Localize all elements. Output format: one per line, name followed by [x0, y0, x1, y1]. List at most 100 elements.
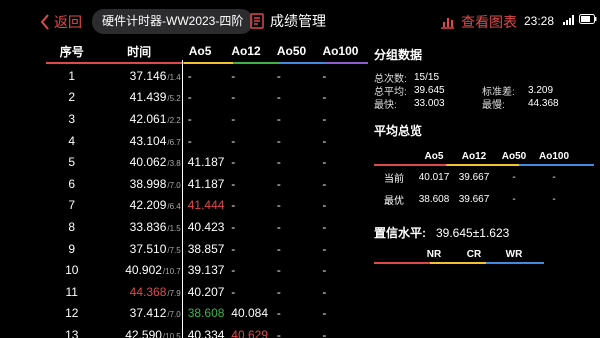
row-ao5: 41.187 — [187, 176, 225, 191]
confidence-row: 置信水平: 39.645±1.623 — [374, 224, 594, 241]
table-row[interactable]: 4 43.104/6.7- - - - — [46, 130, 368, 152]
table-row[interactable]: 11 44.368/7.9 40.207- - - — [46, 281, 368, 303]
mean-value: 39.645 — [414, 85, 445, 96]
col-index: 序号 — [59, 44, 84, 59]
table-row[interactable]: 5 40.062/3.8 41.187- - - — [46, 151, 368, 173]
best-ao5: 38.608 — [418, 193, 450, 205]
row-ao50: - — [276, 284, 281, 299]
time-value: 41.439 — [129, 90, 167, 105]
time-sub: /6.4 — [167, 202, 181, 212]
signal-icon — [563, 15, 574, 25]
row-ao100: - — [322, 284, 327, 299]
best-ao12: 39.667 — [458, 193, 490, 205]
table-row[interactable]: 9 37.510/7.5 38.857- - - — [46, 238, 368, 260]
table-row[interactable]: 13 42.590/10.5 40.334 40.629- - — [46, 324, 368, 338]
row-index: 12 — [65, 306, 79, 321]
group-title: 分组数据 — [374, 48, 423, 62]
stats-panel: 分组数据 总次数: 15/15 总平均: 39.645 标准差: 3.209 最快: 33… — [374, 46, 594, 264]
sd-value: 3.209 — [528, 85, 554, 96]
row-ao12: - — [231, 111, 236, 126]
row-ao100: - — [322, 327, 327, 338]
row-ao5: 41.444 — [187, 198, 225, 213]
current-ao50: - — [512, 171, 516, 183]
best-label: 最快: — [374, 100, 397, 111]
row-ao100: - — [322, 176, 327, 191]
row-ao5: - — [187, 90, 192, 105]
row-time: 37.412/7.0 — [98, 306, 183, 320]
best-row-label: 最优 — [384, 195, 404, 207]
row-ao5: 39.137 — [187, 263, 225, 278]
row-ao100: - — [322, 219, 327, 234]
row-time: 42.061/2.2 — [98, 112, 183, 126]
average-best-row: 最优 38.608 39.667 - - — [374, 188, 594, 210]
confidence-header: NR CR WR — [414, 249, 594, 260]
row-ao100: - — [322, 133, 327, 148]
time-sub: /7.9 — [167, 288, 181, 298]
table-row[interactable]: 3 42.061/2.2- - - - — [46, 108, 368, 130]
time-sub: /2.2 — [167, 115, 181, 125]
row-ao100: - — [322, 263, 327, 278]
time-value: 42.590 — [125, 327, 162, 338]
row-ao12: - — [231, 176, 236, 191]
row-ao50: - — [276, 155, 281, 170]
row-ao50: - — [276, 263, 281, 278]
row-time: 43.104/6.7 — [98, 134, 183, 148]
row-time: 38.998/7.0 — [98, 177, 183, 191]
table-row[interactable]: 2 41.439/5.2- - - - — [46, 87, 368, 109]
view-chart-button[interactable]: 查看图表 — [440, 12, 517, 32]
col-ao5: Ao5 — [188, 44, 212, 58]
row-ao50: - — [276, 306, 281, 321]
row-time: 42.590/10.5 — [98, 328, 183, 338]
table-row[interactable]: 1 37.146/1.4- - - - — [46, 65, 368, 87]
average-current-row: 当前 40.017 39.667 - - — [374, 166, 594, 188]
row-ao5: 40.334 — [187, 327, 225, 338]
row-ao100: - — [322, 241, 327, 256]
row-index: 5 — [68, 155, 76, 170]
table-body: 1 37.146/1.4- - - -2 41.439/5.2- - - -3 42.061/2.… — [46, 65, 368, 338]
current-ao100: - — [552, 171, 556, 183]
row-ao12: - — [231, 198, 236, 213]
time-value: 44.368 — [129, 284, 167, 299]
col-ao12: Ao12 — [231, 44, 261, 58]
row-ao5: 38.608 — [187, 306, 225, 321]
time-sub: /10.5 — [162, 331, 181, 338]
row-index: 6 — [68, 176, 76, 191]
page-title-text: 成绩管理 — [270, 13, 326, 29]
worst-value: 44.368 — [528, 98, 559, 109]
table-row[interactable]: 7 42.209/6.4 41.444- - - — [46, 195, 368, 217]
time-sub: /1.4 — [167, 72, 181, 82]
current-label: 当前 — [384, 173, 404, 185]
row-ao12: - — [231, 219, 236, 234]
row-ao50: - — [276, 90, 281, 105]
confidence-value: 39.645±1.623 — [436, 225, 510, 240]
table-row[interactable]: 12 37.412/7.0 38.608 40.084- - — [46, 303, 368, 325]
back-button[interactable]: 返回 — [40, 12, 82, 32]
average-title: 平均总览 — [374, 124, 423, 138]
row-index: 9 — [68, 241, 76, 256]
avg-col-ao100: Ao100 — [538, 151, 569, 162]
table-header: 序号 时间 Ao5 Ao12 Ao50 Ao100 — [46, 40, 368, 62]
session-selector[interactable]: 硬件计时器-WW2023-四阶 — [92, 9, 254, 34]
row-index: 13 — [65, 327, 79, 338]
best-value: 33.003 — [414, 98, 445, 109]
bar-chart-icon — [441, 18, 454, 29]
row-ao50: - — [276, 327, 281, 338]
conf-col-cr: CR — [466, 249, 482, 260]
table-row[interactable]: 10 40.902/10.7 39.137- - - — [46, 259, 368, 281]
row-ao100: - — [322, 155, 327, 170]
table-row[interactable]: 8 33.836/1.5 40.423- - - — [46, 216, 368, 238]
row-ao5: - — [187, 133, 192, 148]
document-list-icon — [250, 13, 264, 29]
back-label: 返回 — [54, 14, 82, 30]
count-value: 15/15 — [414, 72, 440, 83]
confidence-title: 置信水平: — [374, 226, 426, 240]
confidence-divider — [374, 262, 544, 264]
row-ao100: - — [322, 90, 327, 105]
solves-table: 序号 时间 Ao5 Ao12 Ao50 Ao100 1 37.146/1.4- - -… — [46, 40, 368, 338]
row-index: 4 — [68, 133, 76, 148]
row-index: 1 — [68, 68, 76, 83]
time-value: 37.412 — [129, 306, 167, 321]
table-row[interactable]: 6 38.998/7.0 41.187- - - — [46, 173, 368, 195]
time-sub: /7.0 — [167, 310, 181, 320]
time-sub: /5.2 — [167, 94, 181, 104]
